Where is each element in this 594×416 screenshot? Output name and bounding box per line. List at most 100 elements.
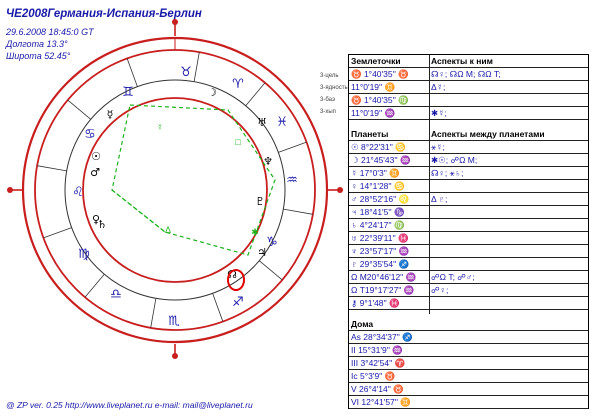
sign-divider — [43, 227, 72, 239]
astro-wheel: ♈♉♊♋♌♍♎♏♐♑♒♓☿□Δ ✱☉☽☿♀♂♃♄♅♆♇☊3-цель3-яднос… — [7, 19, 348, 359]
aspect-line — [111, 189, 166, 233]
axis-marker — [7, 187, 13, 193]
sign-divider — [84, 274, 105, 298]
planet-row-aspects: ☊♀; ⚹♄; — [431, 168, 464, 178]
planet-row-label: Ω T19°17'27'' ♒ — [351, 285, 415, 295]
sign-divider — [283, 208, 313, 215]
planet-row: Ω M20°46'12'' ♒ ☍Ω T; ☍♂; — [349, 271, 588, 284]
side-label: 3-баэ — [320, 97, 335, 103]
zodiac-inner-ring — [64, 79, 286, 301]
zodiac-sign-glyph: ♎ — [110, 287, 122, 302]
planet-row: ☿ 17°0'3'' ♊ ☊♀; ⚹♄; — [349, 167, 588, 180]
planet-row-label: ☽ 21°45'43'' ♒ — [351, 155, 411, 165]
planet-glyph: ♃ — [257, 246, 267, 259]
planet-row: ⚷ 9°1'48'' ♓ — [349, 297, 588, 310]
planets-header-row-label: Планеты — [351, 129, 389, 139]
planet-row: ♀ 14°1'28'' ♋ — [349, 180, 588, 193]
earth-header-row-aspects: Аспекты к ним — [431, 56, 493, 66]
earth-header-row: Землеточки Аспекты к ним — [349, 55, 588, 68]
side-label: 3-хып — [320, 109, 336, 115]
zodiac-sign-glyph: ♐ — [232, 295, 244, 310]
axis-marker — [172, 353, 178, 359]
sign-divider — [212, 293, 224, 322]
planet-row-label: ♀ 14°1'28'' ♋ — [351, 181, 405, 191]
planet-glyph: ☿ — [107, 108, 114, 121]
zodiac-sign-glyph: ♍ — [78, 247, 90, 262]
planet-glyph: ♇ — [255, 195, 265, 208]
planet-row-aspects: ☍Ω T; ☍♂; — [431, 272, 475, 282]
earth-row-label: 11°0'19'' ♊ — [351, 82, 396, 92]
zodiac-sign-glyph: ♏ — [168, 314, 180, 329]
house-ring — [82, 97, 268, 283]
house-row: As 28°34'37'' ♐ — [349, 331, 588, 344]
planet-row: ♄ 4°24'17'' ♍ — [349, 219, 588, 232]
planet-row-label: ⚷ 9°1'48'' ♓ — [351, 298, 400, 308]
house-row-label: III 3°42'54'' ♈ — [351, 358, 406, 368]
planets-header-row-aspects: Аспекты между планетами — [431, 129, 545, 139]
earth-row-label: ♉ 1°40'35'' ♉ — [351, 69, 409, 79]
planets-header-row: Планеты Аспекты между планетами — [349, 128, 588, 141]
house-row: VI 12°41'57'' ♊ — [349, 396, 588, 409]
earth-row: 11°0'19'' ♊ Δ☿; — [349, 81, 588, 94]
earth-row: ♉ 1°40'35'' ♍ — [349, 94, 588, 107]
house-row: II 15°31'9'' ♒ — [349, 344, 588, 357]
side-label: 3-ядность — [320, 85, 348, 91]
house-row-label: II 15°31'9'' ♒ — [351, 345, 403, 355]
houses-header-row-label: Дома — [351, 319, 374, 329]
planet-row-aspects: ✱☉; ☍Ω M; — [431, 155, 478, 165]
planet-row-aspects: ⚹☿; — [431, 142, 445, 152]
planet-row-label: ♂ 28°52'16'' ♌ — [351, 194, 410, 204]
planet-row-aspects: ☍♀; — [431, 285, 449, 295]
planet-row: ♇ 29°35'54'' ♐ — [349, 258, 588, 271]
planet-row-aspects: Δ ♇; — [431, 194, 448, 204]
house-row: III 3°42'54'' ♈ — [349, 357, 588, 370]
sign-divider — [245, 82, 266, 106]
axis-marker — [337, 187, 343, 193]
planet-row: ♆ 23°57'17'' ♒ — [349, 245, 588, 258]
houses-header-row: Дома — [349, 318, 588, 331]
planet-glyph: ♄ — [97, 218, 107, 231]
aspect-mark: ✱ — [251, 227, 259, 237]
sign-divider — [126, 58, 138, 87]
planet-row-label: ♃ 18°41'5'' ♑ — [351, 207, 405, 217]
planet-row-label: Ω M20°46'12'' ♒ — [351, 272, 417, 282]
outer-ring — [21, 36, 329, 344]
zodiac-sign-glyph: ♋ — [84, 127, 96, 142]
house-row-label: VI 12°41'57'' ♊ — [351, 397, 411, 407]
planet-glyph: ☽ — [207, 86, 217, 99]
house-row-label: As 28°34'37'' ♐ — [351, 332, 413, 342]
earth-row-aspects: ✱☿; — [431, 108, 447, 118]
planet-glyph: ♂ — [90, 166, 100, 179]
zodiac-sign-glyph: ♊ — [122, 85, 134, 100]
zodiac-sign-glyph: ♑ — [266, 235, 278, 250]
sign-divider — [150, 298, 157, 328]
planet-row: Ω T19°17'27'' ♒ ☍♀; — [349, 284, 588, 297]
earth-header-row-label: Землеточки — [351, 56, 401, 66]
house-row: Ic 5°3'9'' ♉ — [349, 370, 588, 383]
side-label: 3-цель — [320, 73, 338, 79]
planet-row-label: ☿ 17°0'3'' ♊ — [351, 168, 400, 178]
earth-row-label: ♉ 1°40'35'' ♍ — [351, 95, 409, 105]
zodiac-sign-glyph: ♒ — [286, 173, 298, 188]
earth-row-aspects: ☊♀; ☊Ω M; ☊Ω T; — [431, 69, 501, 79]
aspect-mark: □ — [235, 137, 241, 147]
axis-marker — [172, 19, 178, 25]
zodiac-sign-glyph: ♌ — [72, 185, 84, 200]
astro-table: Землеточки Аспекты к ним ♉ 1°40'35'' ♉ ☊♀; … — [348, 54, 589, 409]
sign-divider — [37, 165, 67, 172]
planet-row-label: ♆ 23°57'17'' ♒ — [351, 246, 410, 256]
zodiac-sign-glyph: ♓ — [276, 115, 288, 130]
sign-divider — [278, 141, 307, 153]
sign-divider — [67, 99, 91, 120]
earth-row: ♉ 1°40'35'' ♉ ☊♀; ☊Ω M; ☊Ω T; — [349, 68, 588, 81]
house-row: V 26°4'14'' ♉ — [349, 383, 588, 396]
planet-row-label: ♇ 29°35'54'' ♐ — [351, 259, 410, 269]
planet-glyph: ♅ — [257, 116, 267, 129]
planet-row: ♂ 28°52'16'' ♌ Δ ♇; — [349, 193, 588, 206]
sign-divider — [259, 260, 283, 281]
planet-row-label: ☉ 8°22'31'' ♋ — [351, 142, 406, 152]
earth-row-aspects: Δ☿; — [431, 82, 446, 92]
planet-row-label: ♄ 4°24'17'' ♍ — [351, 220, 405, 230]
planet-glyph: ☉ — [91, 150, 101, 163]
planet-row: ☽ 21°45'43'' ♒ ✱☉; ☍Ω M; — [349, 154, 588, 167]
